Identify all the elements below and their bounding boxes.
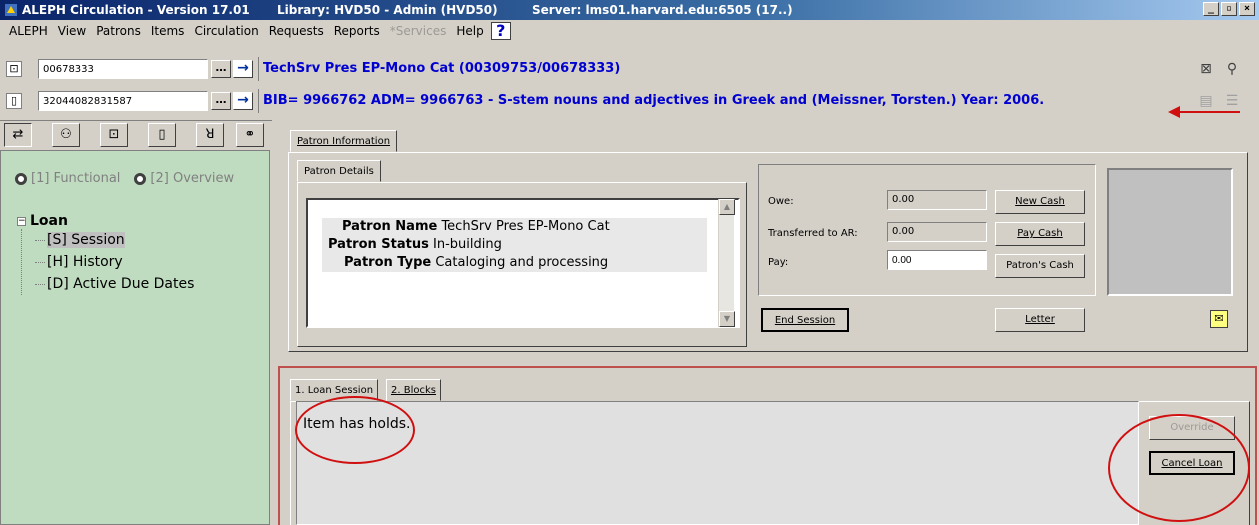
window-title: ALEPH Circulation - Version 17.01 — [22, 3, 250, 17]
radio-overview-label: [2] Overview — [150, 171, 235, 186]
radio-selected-icon — [15, 172, 27, 185]
patron-go-button[interactable]: → — [233, 60, 253, 78]
mail-icon[interactable]: ✉ — [1210, 310, 1228, 328]
tree-root-label: Loan — [30, 213, 68, 229]
left-navigation-panel: [1] Functional [2] Overview − Loan [S] Se… — [0, 150, 270, 525]
radio-overview[interactable]: [2] Overview — [134, 171, 234, 186]
menu-patrons[interactable]: Patrons — [91, 24, 146, 38]
loan-session-panel: 1. Loan Session 2. Blocks Item has holds… — [278, 366, 1257, 525]
help-icon[interactable]: ? — [490, 22, 511, 40]
transferred-ar-label: Transferred to AR: — [768, 228, 858, 239]
red-arrow-annotation — [1168, 106, 1240, 118]
tab-item-icon[interactable]: ▯ — [148, 123, 176, 147]
menu-items[interactable]: Items — [146, 24, 190, 38]
patron-row: ⊡ … → TechSrv Pres EP-Mono Cat (00309753… — [0, 56, 1259, 82]
tab-patron-icon[interactable]: ⚇ — [52, 123, 80, 147]
new-cash-button[interactable]: New Cash — [995, 190, 1085, 214]
details-scrollbar[interactable]: ▲ ▼ — [718, 199, 735, 327]
patron-name-row: Patron Name TechSrv Pres EP-Mono Cat — [322, 218, 707, 236]
collapse-icon[interactable]: − — [17, 216, 26, 226]
patron-list-button[interactable]: … — [211, 60, 231, 78]
menu-aleph[interactable]: ALEPH — [4, 24, 53, 38]
tab-patron-information[interactable]: Patron Information — [290, 130, 398, 152]
server-title: Server: lms01.harvard.edu:6505 (17..) — [532, 3, 793, 17]
item-barcode-input[interactable] — [38, 91, 208, 111]
radio-functional-label: [1] Functional — [31, 171, 121, 186]
menu-help[interactable]: Help — [451, 24, 488, 38]
close-button[interactable]: × — [1239, 2, 1255, 16]
item-list-button[interactable]: … — [211, 92, 231, 110]
pay-cash-button[interactable]: Pay Cash — [995, 222, 1085, 246]
aleph-app-icon — [3, 2, 19, 18]
patrons-cash-button[interactable]: Patron's Cash — [995, 254, 1085, 278]
patron-photo — [1107, 168, 1233, 296]
transferred-ar-field: 0.00 — [887, 222, 987, 242]
tab-patron-details[interactable]: Patron Details — [297, 160, 381, 182]
patron-details-list: Patron Name TechSrv Pres EP-Mono Cat Pat… — [306, 198, 740, 328]
tab-hold-icon[interactable]: ꓤ — [196, 123, 224, 147]
radio-functional[interactable]: [1] Functional — [15, 171, 120, 186]
loan-tree: − Loan [S] Session [H] History [D] Active… — [17, 213, 194, 295]
menu-reports[interactable]: Reports — [329, 24, 385, 38]
title-bar: ALEPH Circulation - Version 17.01 Librar… — [0, 0, 1259, 20]
item-barcode-icon[interactable]: ▯ — [6, 93, 22, 109]
library-title: Library: HVD50 - Admin (HVD50) — [277, 3, 498, 17]
patron-info-text: TechSrv Pres EP-Mono Cat (00309753/00678… — [258, 57, 1188, 81]
tree-item-active-due-dates[interactable]: [D] Active Due Dates — [17, 273, 194, 295]
annotation-ellipse-message — [295, 396, 415, 464]
tab-circulation-icon[interactable]: ⇄ — [4, 123, 32, 147]
menu-view[interactable]: View — [53, 24, 91, 38]
menu-requests[interactable]: Requests — [264, 24, 329, 38]
patron-zoom-icon[interactable]: ⊠ — [1196, 60, 1216, 78]
patron-barcode-icon[interactable]: ⊡ — [6, 61, 22, 77]
owe-field: 0.00 — [887, 190, 987, 210]
tree-item-session[interactable]: [S] Session — [17, 229, 194, 251]
tree-root-loan[interactable]: − Loan — [17, 213, 194, 229]
patron-status-row: Patron Status In-building — [322, 236, 707, 254]
maximize-button[interactable]: ▫ — [1221, 2, 1237, 16]
minimize-button[interactable]: _ — [1203, 2, 1219, 16]
annotation-ellipse-buttons — [1108, 414, 1250, 522]
menu-bar: ALEPH View Patrons Items Circulation Req… — [0, 20, 1259, 42]
patron-tools-icon[interactable]: ⚲ — [1222, 60, 1242, 78]
item-go-button[interactable]: → — [233, 92, 253, 110]
scroll-down-icon[interactable]: ▼ — [719, 311, 735, 327]
loan-message-area: Item has holds. — [296, 401, 1139, 525]
item-row: ▯ … → BIB= 9966762 ADM= 9966763 - S-stem… — [0, 88, 1259, 114]
letter-button[interactable]: Letter — [995, 308, 1085, 332]
scroll-up-icon[interactable]: ▲ — [719, 199, 735, 215]
tab-barcode-icon[interactable]: ⊡ — [100, 123, 128, 147]
tab-search-icon[interactable]: ⚭ — [236, 123, 264, 147]
menu-circulation[interactable]: Circulation — [189, 24, 263, 38]
tree-item-history[interactable]: [H] History — [17, 251, 194, 273]
item-info-text: BIB= 9966762 ADM= 9966763 - S-stem nouns… — [258, 89, 1188, 113]
left-tab-strip: ⇄ ⚇ ⊡ ▯ ꓤ ⚭ — [0, 120, 272, 150]
end-session-button[interactable]: End Session — [761, 308, 849, 332]
patron-id-input[interactable] — [38, 59, 208, 79]
patron-information-panel: Patron Information Patron Details Patron… — [280, 120, 1255, 362]
patron-type-row: Patron Type Cataloging and processing — [322, 254, 707, 272]
radio-unselected-icon — [134, 172, 147, 185]
owe-label: Owe: — [768, 196, 794, 207]
tab-blocks[interactable]: 2. Blocks — [386, 379, 441, 401]
pay-label: Pay: — [768, 257, 789, 268]
menu-services: *Services — [389, 24, 447, 38]
pay-input[interactable] — [887, 250, 987, 270]
